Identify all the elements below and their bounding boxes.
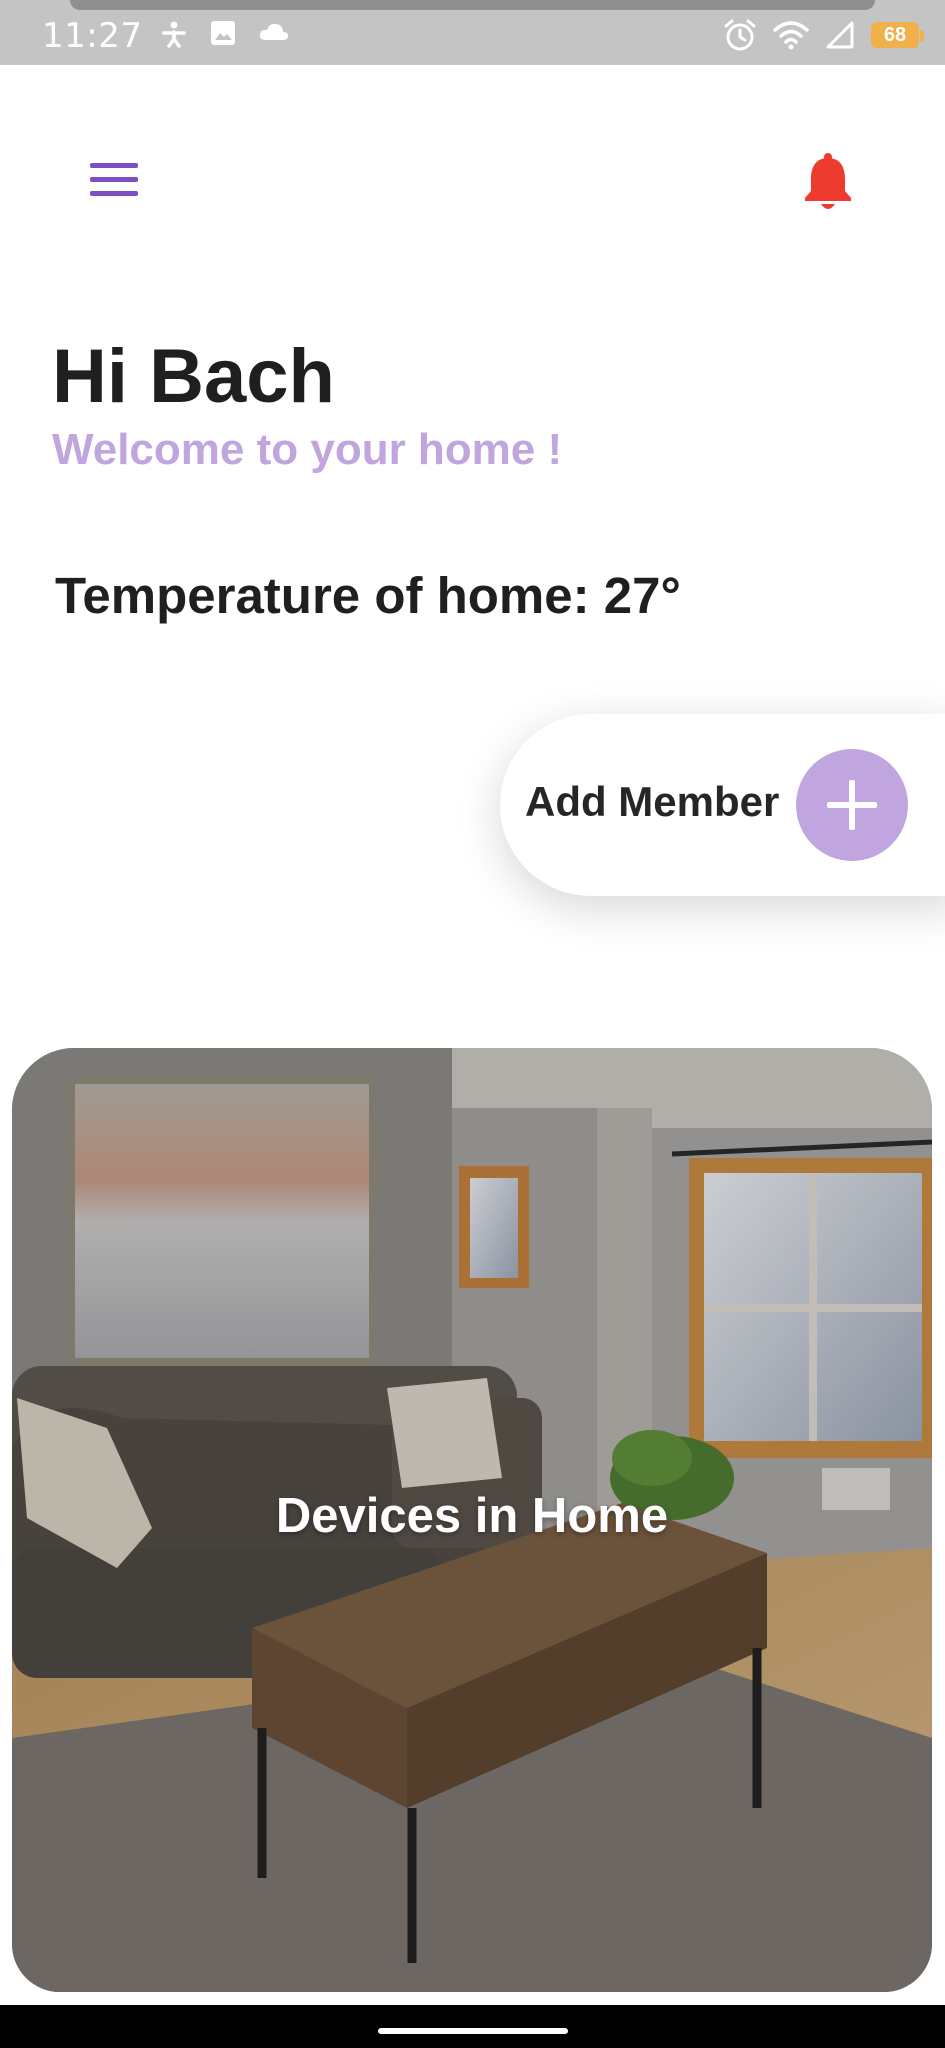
status-left-icons <box>160 20 290 48</box>
home-temperature: Temperature of home: 27° <box>55 567 681 624</box>
add-member-label: Add Member <box>525 778 780 825</box>
notification-button[interactable] <box>803 152 853 212</box>
navigation-bar <box>0 2005 945 2048</box>
wifi-icon <box>773 21 809 50</box>
bell-icon <box>805 153 851 209</box>
add-member-button[interactable]: Add Member <box>500 714 945 896</box>
menu-button[interactable] <box>90 163 140 199</box>
alarm-icon <box>724 19 756 51</box>
menu-icon-line <box>90 177 138 182</box>
plus-icon <box>796 749 908 861</box>
greeting-title: Hi Bach <box>52 334 335 419</box>
status-right-icons: 68 <box>723 18 924 52</box>
devices-in-home-card[interactable]: Devices in Home <box>12 1048 932 1992</box>
cloud-icon <box>259 23 289 40</box>
image-icon <box>211 21 235 45</box>
cell-signal-icon <box>826 21 854 49</box>
devices-in-home-label: Devices in Home <box>275 1489 669 1543</box>
menu-icon <box>90 163 138 168</box>
welcome-subtitle: Welcome to your home ! <box>52 425 563 474</box>
status-bar: 11:27 68 <box>0 0 945 65</box>
menu-icon-line <box>90 191 138 196</box>
accessibility-icon <box>162 21 186 48</box>
status-time: 11:27 <box>42 16 143 56</box>
home-indicator[interactable] <box>378 2028 568 2034</box>
battery-icon: 68 <box>871 22 924 48</box>
